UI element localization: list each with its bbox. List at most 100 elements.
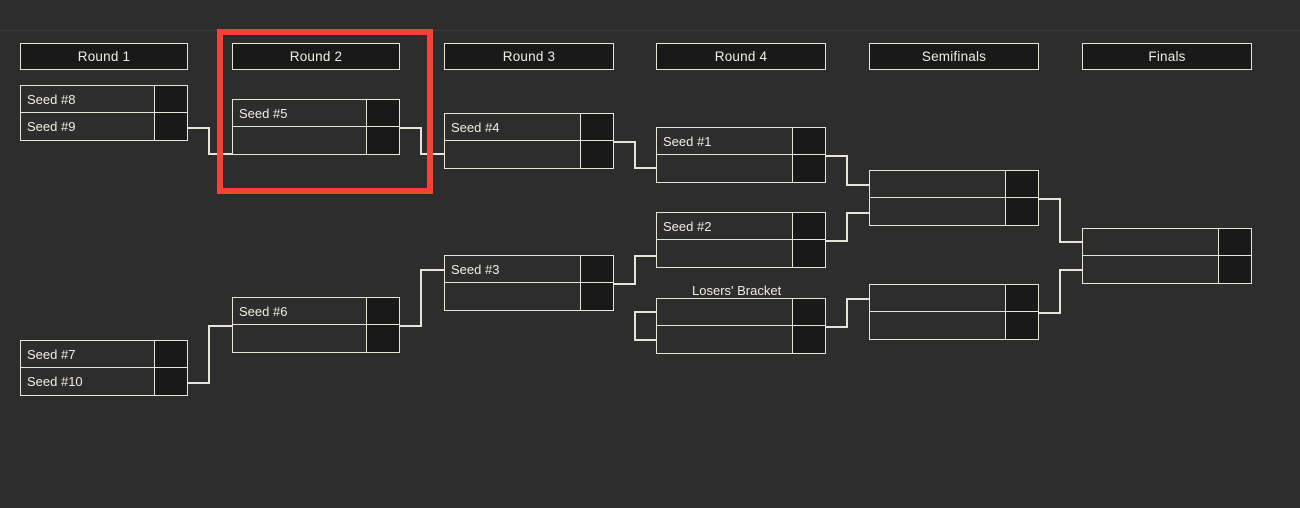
competitor-score[interactable] — [1218, 229, 1251, 255]
competitor-name[interactable]: Seed #2 — [657, 213, 792, 239]
competitor-name[interactable] — [870, 312, 1005, 339]
competitor-name[interactable]: Seed #1 — [657, 128, 792, 154]
match-slot[interactable] — [1082, 228, 1252, 256]
competitor-score[interactable] — [1005, 312, 1038, 339]
competitor-score[interactable] — [1005, 285, 1038, 311]
bracket-connector — [826, 240, 848, 242]
match-box[interactable]: Seed #7 Seed #10 — [20, 340, 188, 396]
bracket-connector — [846, 298, 848, 328]
match-slot[interactable]: Seed #1 — [656, 127, 826, 155]
match-slot[interactable] — [1082, 256, 1252, 284]
competitor-score[interactable] — [1005, 171, 1038, 197]
competitor-name[interactable] — [657, 240, 792, 267]
bracket-connector — [420, 269, 422, 327]
match-box[interactable] — [869, 170, 1039, 226]
competitor-score[interactable] — [792, 128, 825, 154]
round-header-round-2[interactable]: Round 2 — [232, 43, 400, 70]
competitor-name[interactable] — [1083, 229, 1218, 255]
competitor-score[interactable] — [366, 127, 399, 154]
competitor-score[interactable] — [580, 256, 613, 282]
match-box[interactable]: Seed #3 — [444, 255, 614, 311]
competitor-score[interactable] — [154, 86, 187, 112]
competitor-score[interactable] — [580, 114, 613, 140]
competitor-name[interactable]: Seed #5 — [233, 100, 366, 126]
match-slot[interactable] — [656, 326, 826, 354]
competitor-name[interactable] — [233, 127, 366, 154]
bracket-connector — [846, 155, 848, 185]
competitor-name[interactable] — [870, 171, 1005, 197]
competitor-name[interactable] — [445, 283, 580, 310]
competitor-name[interactable] — [1083, 256, 1218, 283]
competitor-name[interactable]: Seed #7 — [21, 341, 154, 367]
competitor-name[interactable] — [657, 155, 792, 182]
match-slot[interactable]: Seed #5 — [232, 99, 400, 127]
match-box[interactable] — [656, 298, 826, 354]
match-slot[interactable] — [656, 240, 826, 268]
match-slot[interactable] — [656, 298, 826, 326]
bracket-connector — [208, 127, 210, 154]
competitor-score[interactable] — [154, 368, 187, 395]
competitor-name[interactable]: Seed #10 — [21, 368, 154, 395]
competitor-score[interactable] — [154, 341, 187, 367]
match-box[interactable]: Seed #8 Seed #9 — [20, 85, 188, 141]
competitor-score[interactable] — [792, 213, 825, 239]
match-slot[interactable]: Seed #8 — [20, 85, 188, 113]
round-header-round-3[interactable]: Round 3 — [444, 43, 614, 70]
bracket-connector — [208, 325, 210, 384]
competitor-score[interactable] — [792, 299, 825, 325]
bracket-connector — [614, 141, 636, 143]
competitor-name[interactable] — [870, 198, 1005, 225]
competitor-name[interactable]: Seed #6 — [233, 298, 366, 324]
match-slot[interactable]: Seed #7 — [20, 340, 188, 368]
match-box[interactable]: Seed #2 — [656, 212, 826, 268]
match-slot[interactable]: Seed #9 — [20, 113, 188, 141]
match-box[interactable]: Seed #4 — [444, 113, 614, 169]
match-slot[interactable] — [656, 155, 826, 183]
match-slot[interactable]: Seed #10 — [20, 368, 188, 396]
match-slot[interactable] — [232, 325, 400, 353]
competitor-score[interactable] — [154, 113, 187, 140]
match-slot[interactable] — [869, 198, 1039, 226]
competitor-score[interactable] — [366, 100, 399, 126]
match-slot[interactable] — [869, 312, 1039, 340]
competitor-score[interactable] — [1218, 256, 1251, 283]
match-slot[interactable] — [869, 170, 1039, 198]
round-header-round-1[interactable]: Round 1 — [20, 43, 188, 70]
match-slot[interactable]: Seed #4 — [444, 113, 614, 141]
competitor-score[interactable] — [792, 240, 825, 267]
match-slot[interactable] — [444, 141, 614, 169]
round-header-finals[interactable]: Finals — [1082, 43, 1252, 70]
competitor-name[interactable]: Seed #9 — [21, 113, 154, 140]
match-box[interactable]: Seed #5 — [232, 99, 400, 155]
competitor-name[interactable] — [233, 325, 366, 352]
bracket-canvas: Round 1 Round 2 Round 3 Round 4 Semifinals Fi… — [0, 0, 1300, 508]
bracket-connector — [634, 167, 658, 169]
competitor-score[interactable] — [366, 298, 399, 324]
competitor-score[interactable] — [366, 325, 399, 352]
match-box[interactable] — [869, 284, 1039, 340]
match-slot[interactable] — [232, 127, 400, 155]
competitor-name[interactable] — [657, 299, 792, 325]
match-slot[interactable]: Seed #6 — [232, 297, 400, 325]
competitor-name[interactable]: Seed #3 — [445, 256, 580, 282]
competitor-name[interactable]: Seed #8 — [21, 86, 154, 112]
competitor-name[interactable]: Seed #4 — [445, 114, 580, 140]
competitor-score[interactable] — [1005, 198, 1038, 225]
competitor-name[interactable] — [657, 326, 792, 353]
match-box[interactable]: Seed #6 — [232, 297, 400, 353]
competitor-score[interactable] — [580, 141, 613, 168]
match-slot[interactable] — [444, 283, 614, 311]
match-box[interactable] — [1082, 228, 1252, 284]
round-header-semifinals[interactable]: Semifinals — [869, 43, 1039, 70]
match-slot[interactable] — [869, 284, 1039, 312]
round-header-round-4[interactable]: Round 4 — [656, 43, 826, 70]
competitor-name[interactable] — [870, 285, 1005, 311]
competitor-name[interactable] — [445, 141, 580, 168]
competitor-score[interactable] — [580, 283, 613, 310]
bracket-caption-losers-bracket: Losers' Bracket — [692, 283, 782, 298]
match-slot[interactable]: Seed #2 — [656, 212, 826, 240]
match-box[interactable]: Seed #1 — [656, 127, 826, 183]
competitor-score[interactable] — [792, 155, 825, 182]
competitor-score[interactable] — [792, 326, 825, 353]
match-slot[interactable]: Seed #3 — [444, 255, 614, 283]
